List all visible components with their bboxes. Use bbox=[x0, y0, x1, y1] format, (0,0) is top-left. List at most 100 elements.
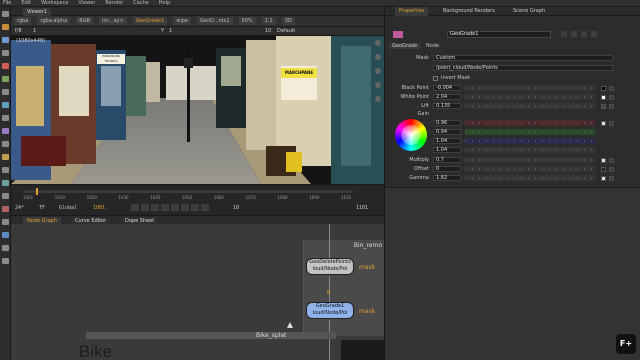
lift-anim-icon[interactable] bbox=[609, 104, 614, 109]
draw-tool-icon[interactable] bbox=[2, 37, 9, 43]
step-field[interactable]: 10 bbox=[233, 205, 239, 211]
transform-tool-icon[interactable] bbox=[2, 128, 9, 134]
color-tool-icon[interactable] bbox=[2, 76, 9, 82]
gain-r-field[interactable]: 0.96 bbox=[433, 120, 461, 126]
offset-swatch[interactable] bbox=[601, 167, 606, 172]
offset-anim-icon[interactable] bbox=[609, 167, 614, 172]
select-tool-icon[interactable] bbox=[2, 11, 9, 17]
gain-b-field[interactable]: 1.04 bbox=[433, 138, 461, 144]
tab-properties[interactable]: Properties bbox=[395, 7, 429, 16]
gain-b-slider[interactable] bbox=[465, 138, 595, 144]
tab-scene-graph[interactable]: Scene Graph bbox=[509, 7, 549, 16]
input-b2-dropdown[interactable]: GeoD...nts1 bbox=[197, 17, 233, 25]
ocula-tool-icon[interactable] bbox=[2, 245, 9, 251]
lift-field[interactable]: 0.135 bbox=[433, 103, 461, 109]
zoom-dropdown[interactable]: 50% bbox=[238, 17, 256, 25]
menu-edit[interactable]: Edit bbox=[21, 0, 31, 6]
input-a-dropdown[interactable]: Un...ay> bbox=[99, 17, 127, 25]
node-name-field[interactable]: GeoGrade1 bbox=[447, 31, 551, 38]
view-mode-dropdown[interactable]: 3D bbox=[281, 17, 295, 25]
other-tool-icon[interactable] bbox=[2, 219, 9, 225]
node-thumbnail[interactable] bbox=[341, 340, 384, 360]
tab-node[interactable]: Node bbox=[423, 43, 442, 49]
filter-tool-icon[interactable] bbox=[2, 89, 9, 95]
gain-r-slider[interactable] bbox=[465, 120, 595, 126]
mask-dropdown[interactable]: Custom bbox=[433, 55, 613, 61]
pan-icon[interactable] bbox=[375, 54, 381, 60]
tab-background-renders[interactable]: Background Renders bbox=[439, 7, 499, 16]
last-frame-icon[interactable] bbox=[201, 204, 209, 211]
timeline-track[interactable] bbox=[23, 190, 353, 193]
alpha-dropdown[interactable]: rgba.alpha bbox=[37, 17, 71, 25]
furnace-tool-icon[interactable] bbox=[2, 232, 9, 238]
gain-anim-icon[interactable] bbox=[609, 121, 614, 126]
lift-slider[interactable] bbox=[465, 103, 595, 109]
cara-tool-icon[interactable] bbox=[2, 258, 9, 264]
orbit-icon[interactable] bbox=[375, 40, 381, 46]
deep-tool-icon[interactable] bbox=[2, 167, 9, 173]
white-point-anim-icon[interactable] bbox=[609, 95, 614, 100]
tf-field[interactable]: TF bbox=[39, 205, 45, 211]
gain-a-field[interactable]: 1.04 bbox=[433, 147, 461, 153]
fps-field[interactable]: 24* bbox=[15, 205, 24, 211]
toolsets-tool-icon[interactable] bbox=[2, 206, 9, 212]
ratio-dropdown[interactable]: 1:1 bbox=[261, 17, 276, 25]
gain-swatch[interactable] bbox=[601, 121, 606, 126]
frame-step[interactable]: 10 bbox=[265, 28, 271, 34]
gain-a-slider[interactable] bbox=[465, 147, 595, 153]
gain-value[interactable]: 1 bbox=[33, 28, 36, 34]
gamma-slider[interactable] bbox=[465, 175, 595, 181]
mask-path-field[interactable]: /point_cloud/Node/Points bbox=[433, 65, 613, 71]
tab-viewer1[interactable]: Viewer1 bbox=[23, 8, 52, 16]
fstop-label[interactable]: f/8 bbox=[15, 28, 22, 34]
first-frame-icon[interactable] bbox=[131, 204, 139, 211]
particles-tool-icon[interactable] bbox=[2, 154, 9, 160]
viewer-viewport[interactable]: (1080x448) MARCHPANE HARRISONS TRODDS bbox=[11, 36, 384, 184]
gain-g-field[interactable]: 0.94 bbox=[433, 129, 461, 135]
menu-file[interactable]: File bbox=[3, 0, 11, 6]
black-point-slider[interactable] bbox=[465, 85, 595, 91]
image-tool-icon[interactable] bbox=[2, 24, 9, 30]
close-icon[interactable] bbox=[591, 31, 597, 37]
lift-swatch[interactable] bbox=[601, 104, 606, 109]
channel-tool-icon[interactable] bbox=[2, 63, 9, 69]
input-b-dropdown[interactable]: GeoGrade1 bbox=[132, 17, 168, 25]
merge-tool-icon[interactable] bbox=[2, 115, 9, 121]
backdrop-bike-splat[interactable]: Bike_splat bbox=[86, 332, 336, 339]
current-frame-field[interactable]: 1001 bbox=[93, 205, 105, 211]
end-frame-field[interactable]: 1101 bbox=[356, 205, 368, 211]
menu-help[interactable]: Help bbox=[159, 0, 170, 6]
prev-key-icon[interactable] bbox=[141, 204, 149, 211]
multiply-slider[interactable] bbox=[465, 157, 595, 163]
menu-workspace[interactable]: Workspace bbox=[41, 0, 68, 6]
offset-slider[interactable] bbox=[465, 166, 595, 172]
invert-mask-checkbox[interactable] bbox=[433, 76, 438, 81]
backdrop-bin-remove[interactable]: Bin_remo bbox=[303, 240, 384, 336]
black-point-field[interactable]: -0.004 bbox=[433, 85, 461, 91]
views-tool-icon[interactable] bbox=[2, 180, 9, 186]
camera-icon[interactable] bbox=[375, 96, 381, 102]
multiply-anim-icon[interactable] bbox=[609, 158, 614, 163]
multiply-field[interactable]: 0.7 bbox=[433, 157, 461, 163]
step-forward-icon[interactable] bbox=[181, 204, 189, 211]
menu-render[interactable]: Render bbox=[105, 0, 123, 6]
node-color-swatch[interactable] bbox=[393, 31, 403, 38]
playhead[interactable] bbox=[36, 188, 38, 195]
zoom-icon[interactable] bbox=[375, 68, 381, 74]
3d-tool-icon[interactable] bbox=[2, 141, 9, 147]
wipe-dropdown[interactable]: wipe bbox=[173, 17, 191, 25]
white-point-field[interactable]: 2.04 bbox=[433, 94, 461, 100]
play-icon[interactable] bbox=[171, 204, 179, 211]
gain-color-wheel[interactable] bbox=[395, 119, 427, 151]
gamma-swatch[interactable] bbox=[601, 176, 606, 181]
black-point-anim-icon[interactable] bbox=[609, 86, 614, 91]
white-point-slider[interactable] bbox=[465, 94, 595, 100]
white-point-swatch[interactable] bbox=[601, 95, 606, 100]
revert-icon[interactable] bbox=[571, 31, 577, 37]
play-back-icon[interactable] bbox=[161, 204, 169, 211]
viewer-lut-dropdown[interactable]: Default bbox=[277, 28, 295, 34]
multiply-swatch[interactable] bbox=[601, 158, 606, 163]
menu-viewer[interactable]: Viewer bbox=[78, 0, 95, 6]
fit-icon[interactable] bbox=[375, 82, 381, 88]
next-key-icon[interactable] bbox=[191, 204, 199, 211]
